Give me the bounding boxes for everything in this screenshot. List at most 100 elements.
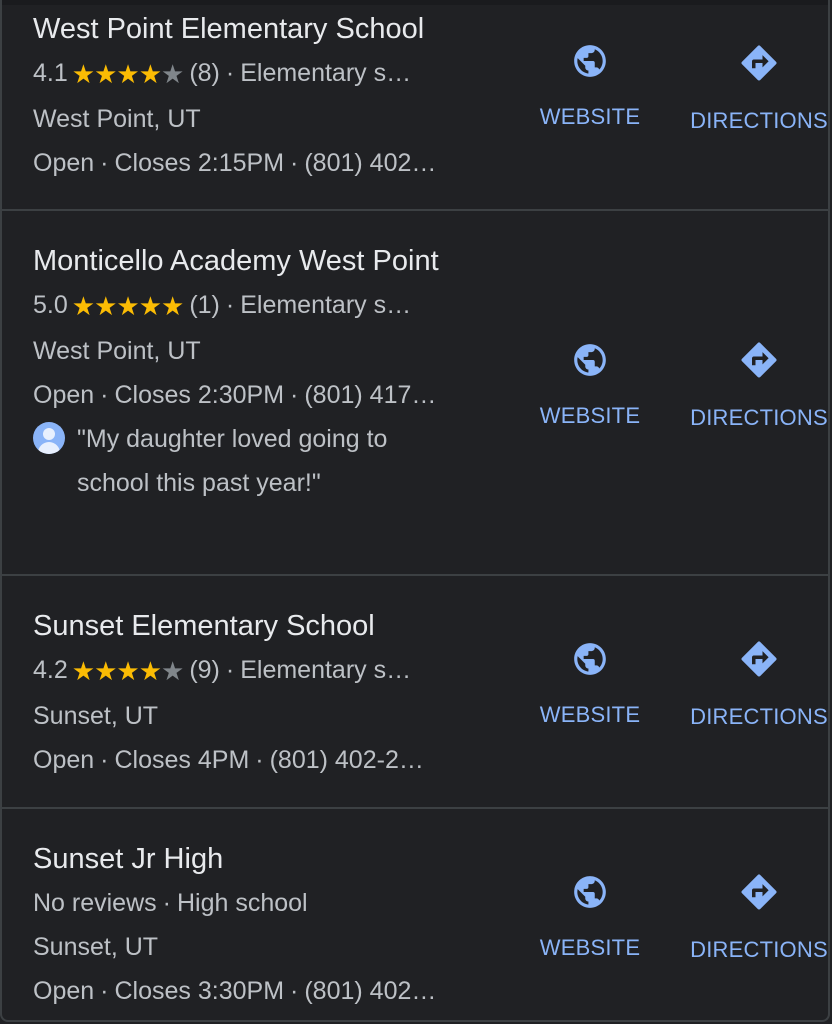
directions-button[interactable]: DIRECTIONS bbox=[688, 871, 828, 963]
website-label: WEBSITE bbox=[539, 104, 641, 129]
result-rating-line: 5.0 ★★★★★ (1) · Elementary s… bbox=[33, 283, 463, 329]
star-icon: ★ bbox=[71, 656, 95, 686]
rating-stars: ★★★★★ bbox=[71, 52, 185, 97]
star-icon: ★ bbox=[138, 291, 162, 321]
review-text: "My daughter loved going to school this … bbox=[77, 425, 388, 497]
result-info: Sunset Jr High No reviews · High school Su… bbox=[33, 837, 478, 1013]
category: Elementary s… bbox=[240, 656, 412, 684]
star-icon: ★ bbox=[116, 59, 139, 89]
website-label: WEBSITE bbox=[539, 702, 641, 727]
result-info: Monticello Academy West Point 5.0 ★★★★★ (1… bbox=[33, 239, 463, 505]
rating-value: 4.1 bbox=[33, 59, 68, 87]
star-icon: ★ bbox=[94, 656, 117, 686]
separator: · bbox=[225, 59, 235, 87]
open-status: Open bbox=[33, 746, 95, 774]
result-card-sunset-jr-high[interactable]: Sunset Jr High No reviews · High school Su… bbox=[2, 809, 828, 1020]
closing-time: Closes 3:30PM bbox=[114, 977, 285, 1005]
result-title[interactable]: Sunset Elementary School bbox=[33, 604, 478, 648]
globe-icon bbox=[574, 876, 606, 908]
separator: · bbox=[290, 977, 299, 1005]
star-icon: ★ bbox=[161, 291, 184, 321]
separator: · bbox=[100, 381, 109, 409]
result-hours-line: Open · Closes 2:30PM · (801) 417… bbox=[33, 373, 463, 417]
result-title[interactable]: Monticello Academy West Point bbox=[33, 239, 463, 283]
result-info: Sunset Elementary School 4.2 ★★★★★ (9) · Ele… bbox=[33, 604, 478, 782]
star-icon: ★ bbox=[94, 291, 117, 321]
avatar-icon bbox=[33, 422, 65, 454]
review-count[interactable]: (1) bbox=[189, 291, 220, 319]
category: Elementary s… bbox=[240, 291, 412, 319]
separator: · bbox=[162, 889, 171, 917]
star-icon: ★ bbox=[94, 59, 117, 89]
star-icon: ★ bbox=[138, 656, 162, 686]
result-rating-line: 4.2 ★★★★★ (9) · Elementary s… bbox=[33, 648, 478, 694]
result-location: West Point, UT bbox=[33, 105, 201, 133]
result-location: Sunset, UT bbox=[33, 933, 159, 961]
category: Elementary s… bbox=[240, 59, 412, 87]
result-hours-line: Open · Closes 4PM · (801) 402-2… bbox=[33, 738, 478, 782]
separator: · bbox=[100, 977, 109, 1005]
rating-value: 4.2 bbox=[33, 656, 68, 684]
directions-button[interactable]: DIRECTIONS bbox=[688, 638, 828, 730]
separator: · bbox=[255, 746, 264, 774]
directions-label: DIRECTIONS bbox=[690, 704, 828, 729]
result-location: West Point, UT bbox=[33, 337, 201, 365]
result-rating-line: No reviews · High school bbox=[33, 881, 478, 925]
phone-number[interactable]: (801) 402… bbox=[304, 977, 436, 1005]
separator: · bbox=[100, 149, 109, 177]
directions-icon bbox=[741, 342, 777, 378]
website-button[interactable]: WEBSITE bbox=[530, 42, 650, 130]
star-icon: ★ bbox=[116, 656, 139, 686]
separator: · bbox=[290, 381, 299, 409]
star-empty-icon: ★ bbox=[161, 656, 184, 686]
separator: · bbox=[225, 656, 235, 684]
result-title[interactable]: West Point Elementary School bbox=[33, 7, 478, 51]
website-label: WEBSITE bbox=[539, 935, 641, 960]
separator: · bbox=[290, 149, 299, 177]
globe-icon bbox=[574, 45, 606, 77]
closing-time: Closes 2:15PM bbox=[114, 149, 285, 177]
result-hours-line: Open · Closes 3:30PM · (801) 402… bbox=[33, 969, 478, 1013]
separator: · bbox=[225, 291, 235, 319]
result-rating-line: 4.1 ★★★★★ (8) · Elementary s… bbox=[33, 51, 478, 97]
result-location: Sunset, UT bbox=[33, 702, 159, 730]
website-button[interactable]: WEBSITE bbox=[530, 341, 650, 429]
phone-number[interactable]: (801) 402… bbox=[304, 149, 436, 177]
closing-time: Closes 2:30PM bbox=[114, 381, 285, 409]
result-title[interactable]: Sunset Jr High bbox=[33, 837, 478, 881]
phone-number[interactable]: (801) 402-2… bbox=[270, 746, 424, 774]
website-label: WEBSITE bbox=[539, 403, 641, 428]
website-button[interactable]: WEBSITE bbox=[530, 873, 650, 961]
directions-button[interactable]: DIRECTIONS bbox=[688, 339, 828, 431]
result-card-west-point-elementary[interactable]: West Point Elementary School 4.1 ★★★★★ (8)… bbox=[2, 0, 828, 211]
result-info: West Point Elementary School 4.1 ★★★★★ (8)… bbox=[33, 7, 478, 185]
directions-label: DIRECTIONS bbox=[690, 108, 828, 133]
no-reviews: No reviews bbox=[33, 889, 157, 917]
result-card-monticello-academy[interactable]: Monticello Academy West Point 5.0 ★★★★★ (1… bbox=[2, 211, 828, 576]
directions-icon bbox=[741, 45, 777, 81]
phone-number[interactable]: (801) 417… bbox=[304, 381, 436, 409]
results-panel: West Point Elementary School 4.1 ★★★★★ (8)… bbox=[0, 0, 830, 1022]
directions-label: DIRECTIONS bbox=[690, 405, 828, 430]
open-status: Open bbox=[33, 381, 95, 409]
rating-value: 5.0 bbox=[33, 291, 68, 319]
directions-button[interactable]: DIRECTIONS bbox=[688, 42, 828, 134]
review-count[interactable]: (8) bbox=[189, 59, 220, 87]
star-icon: ★ bbox=[71, 59, 95, 89]
open-status: Open bbox=[33, 149, 95, 177]
directions-icon bbox=[741, 874, 777, 910]
review-snippet: "My daughter loved going to school this … bbox=[33, 417, 463, 505]
result-card-sunset-elementary[interactable]: Sunset Elementary School 4.2 ★★★★★ (9) · Ele… bbox=[2, 576, 828, 809]
directions-icon bbox=[741, 641, 777, 677]
review-count[interactable]: (9) bbox=[189, 656, 220, 684]
globe-icon bbox=[574, 344, 606, 376]
category: High school bbox=[176, 889, 308, 917]
separator: · bbox=[100, 746, 109, 774]
star-icon: ★ bbox=[116, 291, 139, 321]
website-button[interactable]: WEBSITE bbox=[530, 640, 650, 728]
star-icon: ★ bbox=[138, 59, 162, 89]
globe-icon bbox=[574, 643, 606, 675]
star-icon: ★ bbox=[71, 291, 95, 321]
open-status: Open bbox=[33, 977, 95, 1005]
rating-stars: ★★★★★ bbox=[71, 649, 185, 694]
